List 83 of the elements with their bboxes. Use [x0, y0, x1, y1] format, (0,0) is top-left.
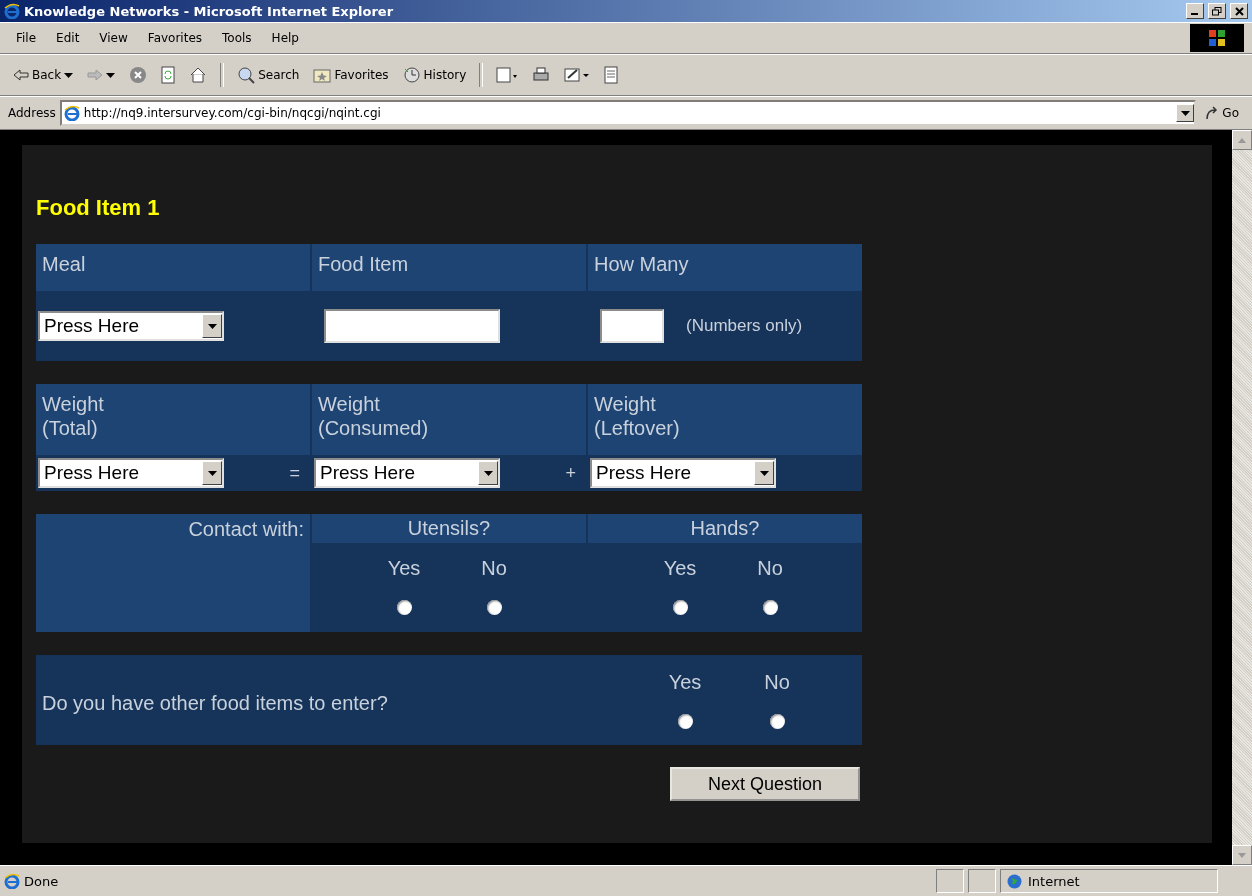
search-icon [237, 66, 256, 84]
option-label: Yes [663, 557, 697, 580]
food-item-field[interactable] [324, 309, 500, 343]
close-icon [1234, 6, 1244, 16]
column-header: How Many [588, 244, 862, 291]
radio-button[interactable] [486, 600, 502, 615]
column-header: Weight (Leftover) [588, 384, 862, 455]
menu-item[interactable]: Edit [48, 29, 88, 47]
hint-text: (Numbers only) [686, 316, 803, 336]
refresh-icon [161, 66, 176, 84]
option-label: No [481, 557, 507, 580]
page-heading: Food Item 1 [36, 195, 161, 221]
option-label: Yes [668, 671, 702, 694]
page-icon [4, 873, 20, 889]
scroll-up-icon [1238, 137, 1246, 143]
dropdown[interactable]: Press Here [38, 311, 224, 341]
page-icon [63, 105, 80, 121]
dropdown[interactable]: Press Here [314, 458, 500, 488]
favorites-button[interactable]: Favorites [308, 65, 394, 85]
column-header: Weight (Total) [36, 384, 310, 455]
address-label: Address [8, 106, 56, 120]
history-button[interactable]: History [397, 64, 472, 86]
option-label: Yes [387, 557, 421, 580]
caret-icon [1180, 110, 1190, 116]
globe-icon [1007, 873, 1022, 889]
restore-icon [1212, 6, 1222, 16]
search-button[interactable]: Search [232, 64, 305, 86]
caret-icon [759, 470, 769, 476]
ie-logo-icon [4, 3, 20, 19]
printer-icon [532, 66, 551, 84]
next-question-button[interactable]: Next Question [670, 767, 860, 801]
window-title: Knowledge Networks - Microsoft Internet Explorer [24, 3, 395, 19]
radio-button[interactable] [677, 714, 693, 729]
caret-icon [207, 470, 217, 476]
caret-icon [106, 72, 116, 78]
scroll-down-icon [1238, 852, 1246, 858]
windows-logo-icon [1190, 24, 1244, 52]
status-pane [968, 869, 996, 893]
radio-button[interactable] [762, 600, 778, 615]
home-icon [189, 66, 208, 84]
caret-icon [207, 323, 217, 329]
stop-icon [129, 66, 148, 84]
scrollbar[interactable] [1232, 130, 1252, 865]
group-header: Hands? [588, 514, 862, 543]
option-label: No [757, 557, 783, 580]
menu-item[interactable]: View [91, 29, 136, 47]
question-text: Do you have other food items to enter? [42, 690, 389, 715]
menu-item[interactable]: File [8, 29, 45, 47]
menu-item[interactable]: Help [263, 29, 307, 47]
history-clock-icon [402, 66, 421, 84]
restore-button[interactable] [1208, 3, 1226, 19]
menu-item[interactable]: Tools [214, 29, 260, 47]
radio-button[interactable] [672, 600, 688, 615]
address-field[interactable]: http://nq9.intersurvey.com/cgi-bin/nqcgi/nqint.cgi [59, 100, 1197, 126]
option-label: No [764, 671, 790, 694]
minimize-button[interactable] [1186, 3, 1204, 19]
edit-icon [564, 66, 591, 84]
url-text: http://nq9.intersurvey.com/cgi-bin/nqcgi/nqint.cgi [83, 106, 381, 120]
status-pane [936, 869, 964, 893]
radio-button[interactable] [769, 714, 785, 729]
column-header: Meal [36, 244, 310, 291]
dropdown[interactable]: Press Here [38, 458, 224, 488]
quantity-field[interactable] [600, 309, 664, 343]
caret-icon [64, 72, 74, 78]
column-header: Weight (Consumed) [312, 384, 586, 455]
document-icon [604, 66, 619, 84]
menu-item[interactable]: Favorites [139, 29, 211, 47]
go-arrow-icon [1205, 106, 1220, 120]
dropdown[interactable]: Press Here [590, 458, 776, 488]
zone-text: Internet [1028, 873, 1080, 889]
forward-arrow-icon [87, 69, 104, 81]
go-button[interactable]: Go [1200, 104, 1244, 122]
operator-sign: = [289, 462, 300, 484]
operator-sign: + [565, 462, 576, 484]
close-button[interactable] [1230, 3, 1248, 19]
contact-label: Contact with: [36, 514, 310, 632]
back-button[interactable]: Back [8, 66, 79, 84]
group-header: Utensils? [312, 514, 586, 543]
radio-button[interactable] [396, 600, 412, 615]
caret-icon [483, 470, 493, 476]
status-text: Done [24, 873, 60, 889]
column-header: Food Item [312, 244, 586, 291]
back-arrow-icon [13, 69, 29, 81]
